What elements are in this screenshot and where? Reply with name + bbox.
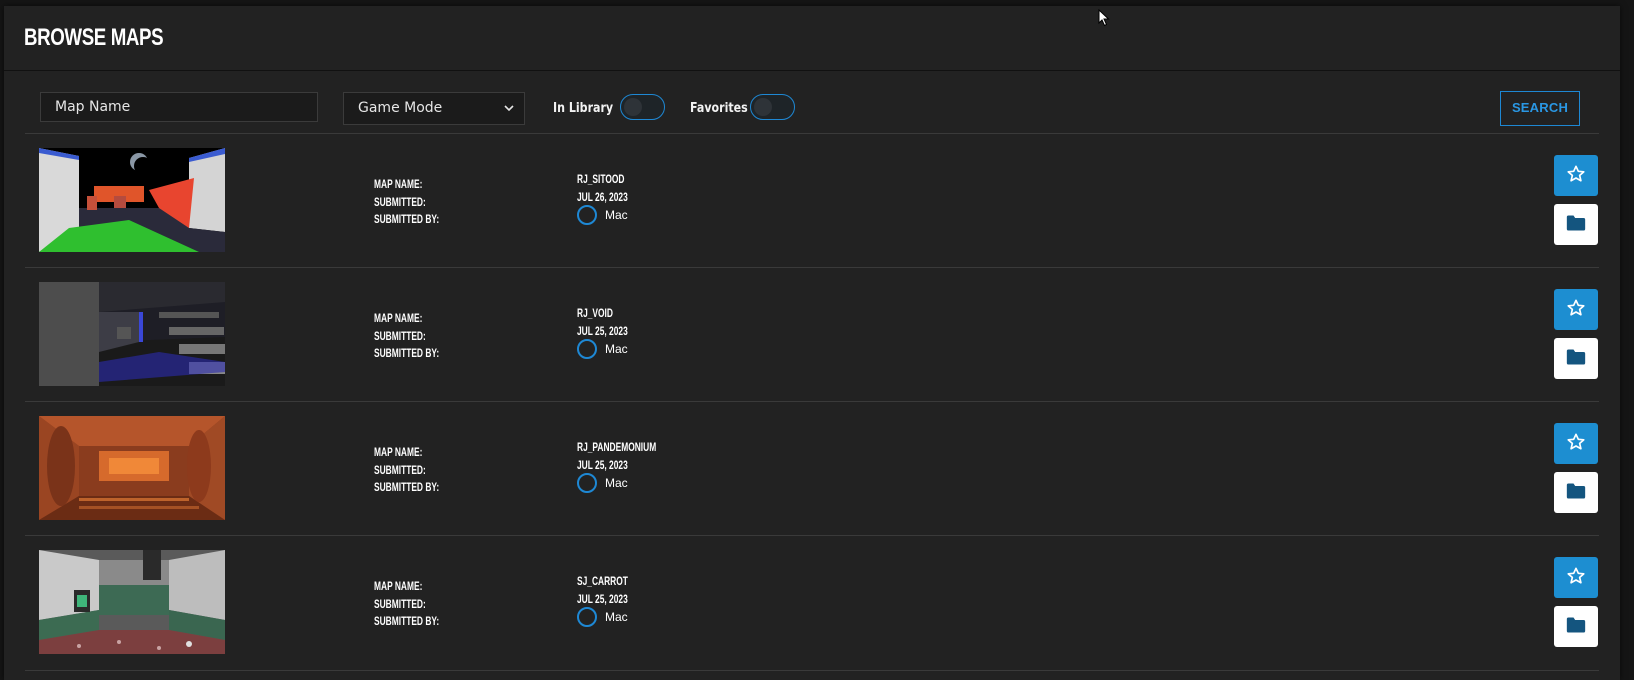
submitted-value: JUL 26, 2023 — [577, 189, 628, 204]
submitted-label: SUBMITTED: — [374, 328, 426, 343]
map-thumbnail[interactable] — [39, 282, 225, 386]
submitter-name: Mac — [605, 476, 628, 490]
submitted-value: JUL 25, 2023 — [577, 591, 628, 606]
map-name-value: RJ_VOID — [577, 306, 613, 320]
mouse-cursor-icon — [1098, 8, 1110, 31]
submitter-name: Mac — [605, 610, 628, 624]
submitted-label: SUBMITTED: — [374, 596, 426, 611]
map-row: MAP NAME: SUBMITTED: SUBMITTED BY: RJ_SI… — [25, 133, 1599, 268]
submitter-name: Mac — [605, 342, 628, 356]
map-thumbnail[interactable] — [39, 148, 225, 252]
map-row: MAP NAME: SUBMITTED: SUBMITTED BY: SJ_CA… — [25, 535, 1599, 671]
map-name-value: RJ_PANDEMONIUM — [577, 440, 657, 454]
favorite-button[interactable] — [1554, 289, 1598, 330]
library-button[interactable] — [1554, 472, 1598, 513]
avatar — [577, 607, 597, 627]
game-mode-select[interactable]: Game Mode — [343, 92, 525, 125]
submitted-by-label: SUBMITTED BY: — [374, 346, 440, 360]
map-thumbnail[interactable] — [39, 550, 225, 654]
submitted-by-label: SUBMITTED BY: — [374, 212, 440, 226]
map-name-label: MAP NAME: — [374, 579, 423, 593]
folder-icon — [1566, 482, 1586, 504]
map-labels: MAP NAME: SUBMITTED: SUBMITTED BY: — [374, 176, 467, 229]
favorites-label: Favorites — [690, 101, 748, 116]
folder-icon — [1566, 214, 1586, 236]
favorite-button[interactable] — [1554, 155, 1598, 196]
favorites-toggle[interactable] — [750, 94, 795, 120]
submitter-name: Mac — [605, 208, 628, 222]
map-row: MAP NAME: SUBMITTED: SUBMITTED BY: RJ_VO… — [25, 267, 1599, 402]
library-button[interactable] — [1554, 606, 1598, 647]
map-name-label: MAP NAME: — [374, 311, 423, 325]
in-library-toggle[interactable] — [620, 94, 665, 120]
folder-icon — [1566, 348, 1586, 370]
panel-header: BROWSE MAPS — [4, 6, 1620, 71]
browse-maps-panel: BROWSE MAPS Map Name Game Mode In Librar… — [4, 6, 1620, 680]
map-values: RJ_VOID JUL 25, 2023 — [577, 305, 650, 340]
map-labels: MAP NAME: SUBMITTED: SUBMITTED BY: — [374, 578, 467, 631]
submitted-label: SUBMITTED: — [374, 462, 426, 477]
submitted-value: JUL 25, 2023 — [577, 323, 628, 338]
map-row: MAP NAME: SUBMITTED: SUBMITTED BY: RJ_PA… — [25, 401, 1599, 536]
library-button[interactable] — [1554, 338, 1598, 379]
avatar — [577, 339, 597, 359]
folder-icon — [1566, 616, 1586, 638]
filter-bar: Map Name Game Mode In Library Favorites … — [4, 71, 1620, 139]
favorite-button[interactable] — [1554, 423, 1598, 464]
avatar — [577, 205, 597, 225]
star-outline-icon — [1566, 164, 1586, 188]
submitted-value: JUL 25, 2023 — [577, 457, 628, 472]
chevron-down-icon — [504, 93, 514, 136]
map-name-label: MAP NAME: — [374, 177, 423, 191]
star-outline-icon — [1566, 432, 1586, 456]
star-outline-icon — [1566, 298, 1586, 322]
page-title: BROWSE MAPS — [24, 24, 164, 51]
map-name-input[interactable]: Map Name — [40, 92, 318, 122]
submitted-by-label: SUBMITTED BY: — [374, 480, 440, 494]
submitted-by-label: SUBMITTED BY: — [374, 614, 440, 628]
favorite-button[interactable] — [1554, 557, 1598, 598]
in-library-label: In Library — [553, 101, 614, 116]
map-values: RJ_PANDEMONIUM JUL 25, 2023 — [577, 439, 690, 474]
map-thumbnail[interactable] — [39, 416, 225, 520]
map-name-value: SJ_CARROT — [577, 574, 628, 588]
map-labels: MAP NAME: SUBMITTED: SUBMITTED BY: — [374, 444, 467, 497]
submitted-label: SUBMITTED: — [374, 194, 426, 209]
map-labels: MAP NAME: SUBMITTED: SUBMITTED BY: — [374, 310, 467, 363]
game-mode-value: Game Mode — [358, 100, 443, 116]
search-button[interactable]: SEARCH — [1500, 91, 1580, 126]
star-outline-icon — [1566, 566, 1586, 590]
map-name-value: RJ_SITOOD — [577, 172, 625, 186]
map-values: RJ_SITOOD JUL 26, 2023 — [577, 171, 650, 206]
avatar — [577, 473, 597, 493]
map-values: SJ_CARROT JUL 25, 2023 — [577, 573, 650, 608]
map-name-label: MAP NAME: — [374, 445, 423, 459]
library-button[interactable] — [1554, 204, 1598, 245]
